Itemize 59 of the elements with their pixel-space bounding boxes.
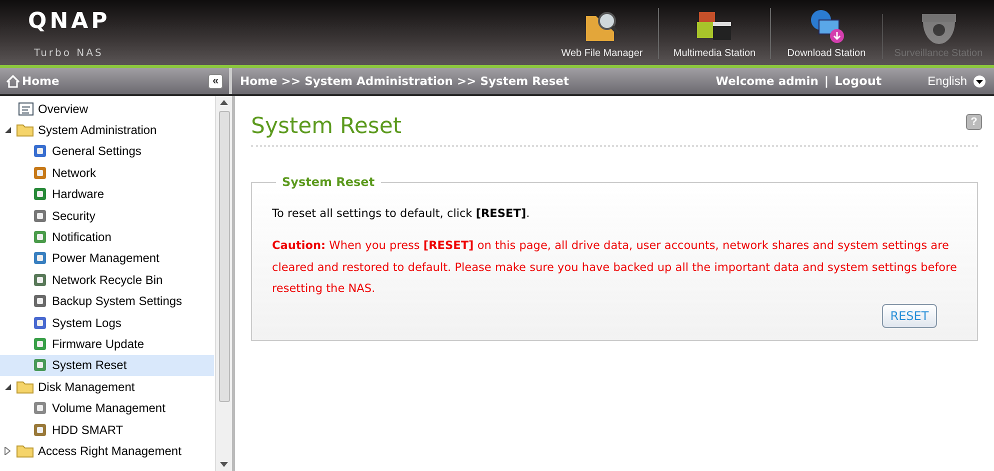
tree-item[interactable]: Access Right Management — [0, 440, 214, 462]
tree-item[interactable]: Firmware Update — [0, 333, 214, 355]
sidebar-title: Home — [22, 74, 60, 88]
app-shortcut[interactable]: Download Station — [770, 8, 882, 59]
scrollbar[interactable] — [215, 96, 232, 471]
panel-title: System Reset — [281, 175, 376, 189]
breadcrumb: Home >> System Administration >> System Reset — [240, 74, 570, 88]
caution-text: Caution: When you press [RESET] on this page, all drive data, user accounts, network shares and system settings are cleared and restored to default. Please make sure you have backed up all the important data and system settings before resetting the NAS. — [272, 238, 957, 297]
item-icon — [32, 336, 48, 352]
tree-item[interactable]: Notification — [0, 226, 214, 248]
home-icon — [6, 74, 20, 88]
folder-icon — [16, 123, 34, 138]
collapse-button[interactable]: « — [208, 74, 223, 88]
tree-item[interactable]: Disk Management — [0, 376, 214, 398]
item-icon — [32, 164, 48, 181]
expanded-arrow-icon[interactable] — [4, 126, 12, 134]
tree-item[interactable]: HDD SMART — [0, 418, 214, 440]
scroll-up-icon[interactable] — [220, 100, 228, 105]
language-selector[interactable]: English — [928, 74, 967, 88]
item-icon — [32, 250, 48, 266]
tree-item[interactable]: System Reset — [0, 354, 214, 376]
dome-camera-icon — [922, 14, 956, 44]
item-icon — [32, 422, 48, 438]
item-icon — [32, 229, 48, 246]
tree-item[interactable]: Overview — [0, 98, 214, 120]
collapsed-arrow-icon[interactable] — [4, 446, 12, 455]
item-icon — [32, 143, 48, 160]
logout-link[interactable]: Logout — [834, 74, 882, 88]
item-icon — [32, 357, 48, 374]
app-shortcut[interactable]: Multimedia Station — [658, 8, 770, 59]
tree-item[interactable]: Security — [0, 204, 214, 226]
tree-item[interactable]: Volume Management — [0, 397, 214, 419]
folder-icon — [16, 444, 34, 458]
tree-item[interactable]: Network Recycle Bin — [0, 269, 214, 291]
item-icon — [32, 400, 48, 416]
tree-item[interactable]: General Settings — [0, 140, 214, 162]
expanded-arrow-icon[interactable] — [4, 382, 12, 391]
separator-text: | — [824, 74, 829, 88]
item-icon — [32, 208, 48, 224]
tree-item[interactable]: System Logs — [0, 312, 214, 334]
item-icon — [32, 293, 48, 310]
tree-item[interactable]: Network — [0, 162, 214, 184]
app-shortcut[interactable]: Web File Manager — [546, 8, 658, 59]
dropdown-icon[interactable] — [973, 74, 986, 88]
page-title: System Reset — [251, 114, 402, 139]
item-icon — [32, 314, 48, 331]
logo: QNAP — [28, 10, 110, 34]
item-icon — [32, 186, 48, 202]
overview-icon — [18, 102, 34, 116]
scroll-down-icon[interactable] — [220, 462, 228, 467]
product-name: Turbo NAS — [33, 48, 104, 59]
instruction-text: To reset all settings to default, click [RESET]. — [272, 206, 531, 222]
welcome-text: Welcome admin — [716, 74, 818, 88]
tree-item[interactable]: Backup System Settings — [0, 290, 214, 312]
tree-item[interactable]: System Administration — [0, 119, 214, 141]
tree-item[interactable]: Power Management — [0, 248, 214, 270]
tree-item[interactable]: Hardware — [0, 184, 214, 205]
folder-icon — [16, 380, 34, 394]
item-icon — [32, 272, 48, 288]
